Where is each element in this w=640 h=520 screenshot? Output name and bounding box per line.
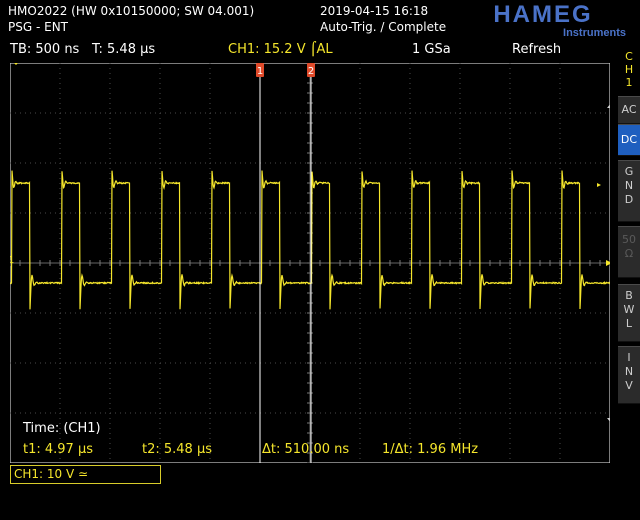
brand-logo-text: HAMEG: [493, 2, 592, 28]
timebase-readout[interactable]: TB: 500 ns: [10, 42, 79, 57]
gnd-letter-n: N: [618, 179, 640, 193]
brand-sub-text: Instruments: [563, 27, 626, 38]
acquisition-mode-readout[interactable]: Refresh: [512, 42, 561, 57]
bandwidth-limit-button[interactable]: B W L: [618, 284, 640, 342]
ch1-scale-label: CH1: 10 V ≃: [14, 467, 88, 481]
inv-letter-v: V: [618, 379, 640, 393]
channel-indicator: C H 1: [618, 50, 640, 89]
invert-button[interactable]: I N V: [618, 346, 640, 404]
cursor-1-label: 1: [257, 66, 263, 77]
scope-display[interactable]: 1 2 1: [10, 63, 610, 463]
inv-letter-n: N: [618, 365, 640, 379]
gnd-letter-d: D: [618, 193, 640, 207]
ch1-ground-marker: 1: [10, 255, 14, 266]
ohm-value: 50: [618, 233, 640, 247]
delta-t-value: Δt: 510.00 ns: [262, 442, 349, 457]
gnd-letter-g: G: [618, 165, 640, 179]
mode-text: PSG - ENT: [8, 20, 68, 34]
datetime-text: 2019-04-15 16:18: [320, 4, 428, 18]
cursor-t2-value: t2: 5.48 µs: [142, 442, 212, 457]
ch1-settings-box[interactable]: CH1: 10 V ≃: [10, 465, 161, 484]
channel-number: 1: [618, 76, 640, 89]
ac-coupling-button[interactable]: AC: [618, 96, 640, 124]
trigger-level-readout[interactable]: CH1: 15.2 V ⌠AL: [228, 42, 333, 57]
trigger-status-text: Auto-Trig. / Complete: [320, 20, 446, 34]
dc-label: DC: [621, 133, 637, 146]
trigger-time-readout[interactable]: T: 5.48 µs: [92, 42, 155, 57]
channel-letter-c: C: [618, 50, 640, 63]
ac-label: AC: [621, 103, 636, 116]
inverse-delta-t-value: 1/Δt: 1.96 MHz: [382, 442, 478, 457]
bwl-letter-b: B: [618, 289, 640, 303]
inv-letter-i: I: [618, 351, 640, 365]
channel-letter-h: H: [618, 63, 640, 76]
cursor-t1-value: t1: 4.97 µs: [23, 442, 93, 457]
bwl-letter-w: W: [618, 303, 640, 317]
gnd-button[interactable]: G N D: [618, 160, 640, 222]
dc-coupling-button[interactable]: DC: [618, 124, 640, 156]
device-model-text: HMO2022 (HW 0x10150000; SW 04.001): [8, 4, 254, 18]
bwl-letter-l: L: [618, 317, 640, 331]
impedance-50-ohm-button[interactable]: 50 Ω: [618, 226, 640, 278]
sample-rate-readout[interactable]: 1 GSa: [412, 42, 451, 57]
cursor-2-label: 2: [308, 66, 314, 77]
hameg-logo: HAMEG Instruments: [454, 2, 632, 38]
ohm-icon: Ω: [618, 247, 640, 261]
measurement-title: Time: (CH1): [23, 421, 101, 436]
